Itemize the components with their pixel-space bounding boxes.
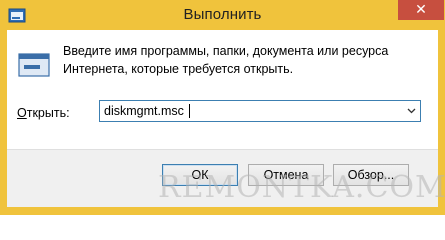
browse-button[interactable]: Обзор... bbox=[333, 164, 409, 186]
close-button[interactable]: ✕ bbox=[398, 0, 444, 20]
text-caret bbox=[189, 104, 190, 118]
close-icon: ✕ bbox=[415, 1, 427, 17]
cancel-button[interactable]: Отмена bbox=[248, 164, 324, 186]
window-title: Выполнить bbox=[183, 6, 262, 23]
description-line-1: Введите имя программы, папки, документа … bbox=[63, 44, 389, 58]
ok-button[interactable]: ОК bbox=[162, 164, 238, 186]
open-label: Открыть: bbox=[17, 106, 70, 120]
open-label-accelerator: О bbox=[17, 106, 27, 120]
run-dialog-icon bbox=[18, 53, 50, 77]
dialog-description: Введите имя программы, папки, документа … bbox=[63, 42, 423, 78]
open-combobox[interactable]: diskmgmt.msc bbox=[99, 100, 421, 122]
run-dialog-window: Выполнить ✕ Введите имя программы, папки… bbox=[0, 0, 445, 215]
description-line-2: Интернета, которые требуется открыть. bbox=[63, 62, 294, 76]
open-label-text: ткрыть: bbox=[26, 106, 70, 120]
open-input[interactable]: diskmgmt.msc bbox=[104, 104, 184, 118]
chevron-down-icon[interactable] bbox=[403, 101, 420, 121]
title-bar[interactable]: Выполнить ✕ bbox=[0, 0, 445, 33]
